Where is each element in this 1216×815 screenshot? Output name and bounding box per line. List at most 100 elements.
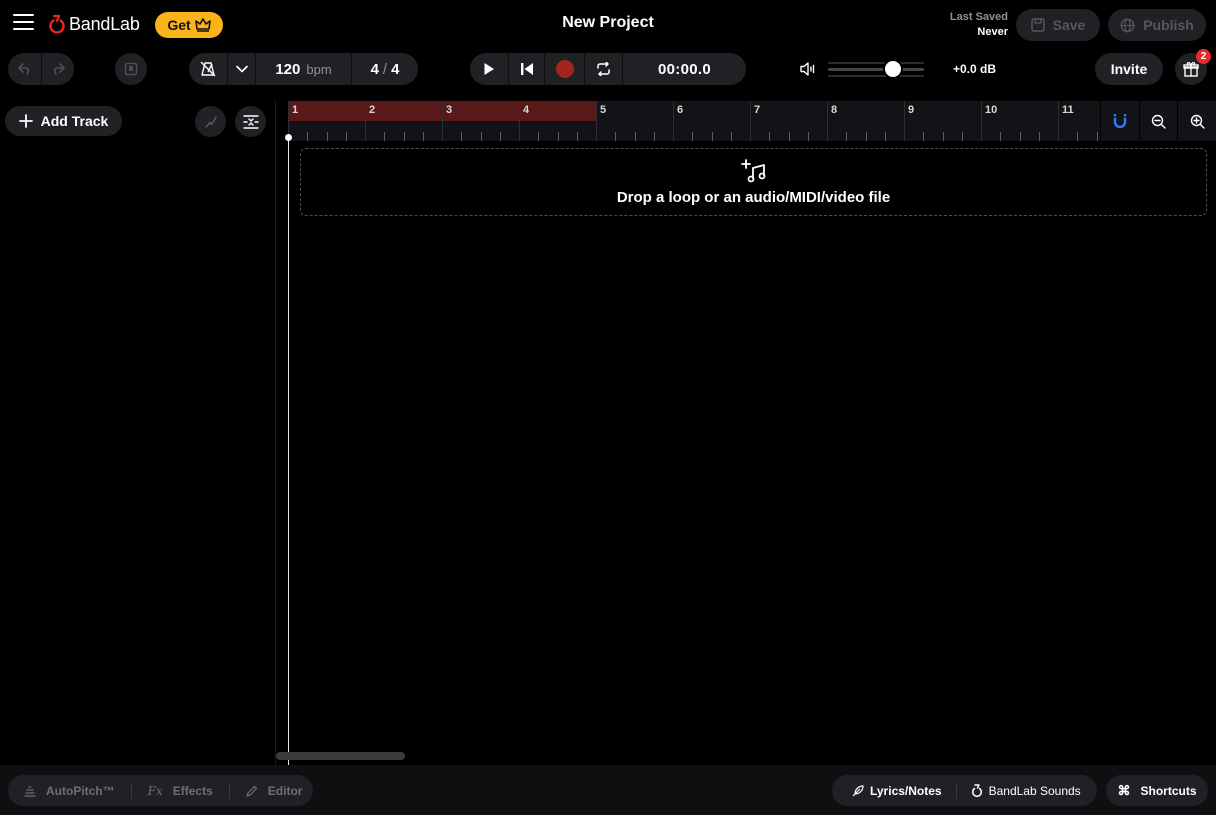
magnet-icon: [1113, 114, 1127, 129]
timeline-ruler[interactable]: 1 2 3 4 5 6 7 8 9 10 11: [288, 101, 1100, 141]
snap-button[interactable]: [1100, 101, 1139, 141]
ruler-bar-tick: [519, 101, 520, 141]
ruler-beat-tick: [1038, 132, 1040, 141]
add-track-button[interactable]: Add Track: [5, 106, 122, 136]
ruler-bar-number: 8: [831, 104, 838, 116]
metronome-dropdown[interactable]: [227, 53, 255, 85]
ruler-beat-tick: [557, 132, 559, 141]
autopitch-icon: [24, 785, 36, 797]
plus-icon: [18, 114, 33, 128]
playhead-line[interactable]: [288, 136, 289, 766]
ruler-beat-tick: [788, 132, 790, 141]
drop-zone[interactable]: Drop a loop or an audio/MIDI/video file: [300, 148, 1207, 216]
get-membership-button[interactable]: Get: [155, 12, 223, 38]
metronome-icon: [200, 61, 216, 77]
command-icon: ⌘: [1117, 782, 1131, 798]
redo-button[interactable]: [41, 53, 74, 85]
shortcuts-label: Shortcuts: [1140, 783, 1197, 798]
autopitch-button[interactable]: AutoPitch™: [8, 783, 131, 799]
ruler-beat-tick: [730, 132, 732, 141]
metronome-button[interactable]: [189, 53, 227, 85]
volume-slider-thumb[interactable]: [883, 59, 903, 79]
ruler-beat-tick: [634, 132, 636, 141]
collapse-tracks-button[interactable]: [235, 106, 266, 137]
feather-pen-icon: [852, 784, 864, 796]
bottom-content-group: Lyrics/Notes BandLab Sounds: [832, 775, 1097, 806]
zoom-in-button[interactable]: [1177, 101, 1216, 141]
globe-icon: [1120, 18, 1135, 32]
bpm-control[interactable]: 120 bpm: [255, 53, 351, 85]
lyrics-notes-button[interactable]: Lyrics/Notes: [832, 783, 956, 799]
automation-icon: [204, 115, 217, 128]
zoom-in-icon: [1190, 114, 1205, 129]
ruler-beat-tick: [711, 132, 713, 141]
publish-button[interactable]: Publish: [1108, 9, 1206, 41]
play-button[interactable]: [470, 53, 508, 85]
ruler-bar-number: 3: [446, 104, 453, 116]
bpm-unit: bpm: [306, 61, 332, 77]
track-panel: Add Track: [0, 100, 276, 765]
save-button[interactable]: Save: [1016, 9, 1100, 41]
time-signature-slash: /: [382, 60, 388, 78]
stop-square-button[interactable]: [115, 53, 147, 85]
time-signature-top: 4: [370, 60, 379, 78]
tempo-group: 120 bpm 4 / 4: [189, 53, 418, 85]
ruler-beat-tick: [538, 132, 540, 141]
stop-square-icon: [124, 62, 138, 76]
skip-to-start-button[interactable]: [508, 53, 544, 85]
add-music-icon: [740, 158, 765, 182]
save-label: Save: [1052, 17, 1086, 33]
project-title[interactable]: New Project: [508, 14, 708, 32]
bandlab-sounds-button[interactable]: BandLab Sounds: [955, 782, 1095, 799]
top-header: BandLab Get New Project Last Saved Never…: [0, 0, 1216, 48]
bottom-bar: AutoPitch™ Fx Effects Editor Lyrics/Note…: [0, 765, 1216, 815]
ruler-beat-tick: [1077, 132, 1079, 141]
ruler-bar-number: 2: [369, 104, 376, 116]
ruler-bar-number: 4: [523, 104, 530, 116]
volume-meter-bottom: [828, 75, 924, 77]
ruler-beat-tick: [865, 132, 867, 141]
drop-zone-text: Drop a loop or an audio/MIDI/video file: [616, 188, 891, 206]
play-icon: [484, 63, 494, 75]
bandlab-logo[interactable]: BandLab: [48, 13, 140, 35]
gift-icon: [1183, 62, 1199, 77]
ruler-bar-tick: [596, 101, 597, 141]
automation-button[interactable]: [195, 106, 226, 137]
bpm-value: 120: [275, 60, 301, 78]
ruler-bar-number: 1: [292, 104, 299, 116]
editor-button[interactable]: Editor: [228, 782, 319, 799]
zoom-out-button[interactable]: [1138, 101, 1178, 141]
ruler-bar-tick: [904, 101, 905, 141]
pencil-icon: [246, 785, 257, 797]
playhead-handle[interactable]: [285, 134, 292, 141]
skip-back-icon: [520, 63, 533, 75]
notification-badge: 2: [1196, 49, 1211, 64]
invite-button[interactable]: Invite: [1095, 53, 1163, 85]
loop-button[interactable]: [584, 53, 622, 85]
loop-icon: [597, 62, 610, 76]
ruler-bar-number: 9: [908, 104, 915, 116]
ruler-bar-number: 6: [677, 104, 684, 116]
playback-group: 00:00.0: [470, 53, 746, 85]
ruler-bar-number: 7: [754, 104, 761, 116]
effects-button[interactable]: Fx Effects: [130, 782, 229, 799]
collapse-icon: [242, 114, 259, 129]
brand-name: BandLab: [69, 13, 140, 34]
ruler-beat-tick: [615, 132, 617, 141]
bottom-tools-group: AutoPitch™ Fx Effects Editor: [8, 775, 313, 806]
horizontal-scrollbar[interactable]: [276, 752, 405, 760]
volume-slider-track[interactable]: [828, 68, 924, 71]
record-button[interactable]: [544, 53, 584, 85]
undo-icon: [17, 63, 29, 75]
ruler-beat-tick: [326, 132, 328, 141]
undo-button[interactable]: [8, 53, 41, 85]
bandlab-sounds-icon: [971, 784, 982, 797]
ruler-bar-tick: [981, 101, 982, 141]
menu-icon[interactable]: [13, 14, 34, 32]
time-signature-control[interactable]: 4 / 4: [351, 53, 418, 85]
record-icon: [555, 60, 574, 78]
volume-icon[interactable]: [799, 61, 817, 77]
ruler-bar-tick: [442, 101, 443, 141]
shortcuts-button[interactable]: ⌘ Shortcuts: [1106, 775, 1208, 806]
ruler-bar-tick: [827, 101, 828, 141]
